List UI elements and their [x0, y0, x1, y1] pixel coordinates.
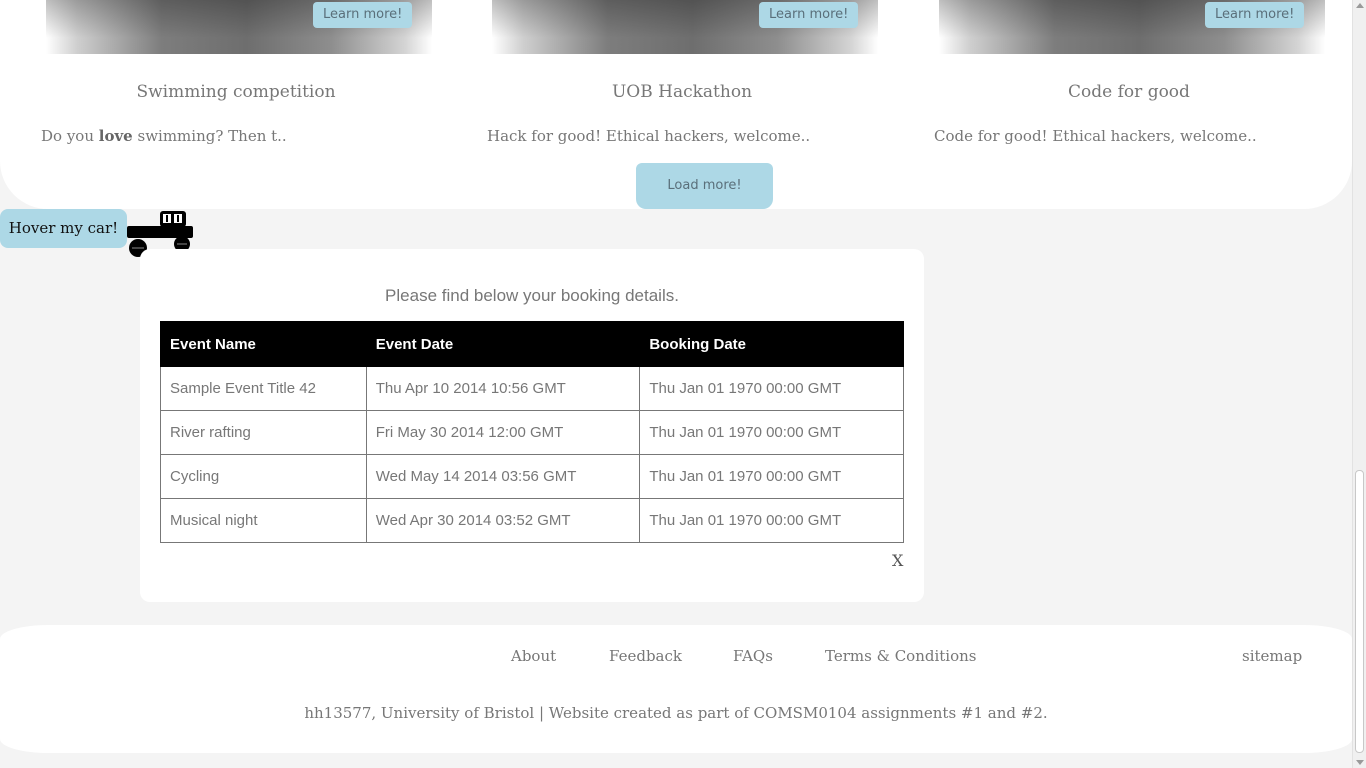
event-title[interactable]: Swimming competition	[41, 82, 431, 102]
load-more-button[interactable]: Load more!	[636, 163, 773, 209]
event-description-emphasis: love	[98, 127, 133, 145]
event-description: Hack for good! Ethical hackers, welcome.…	[487, 127, 811, 145]
booking-date-cell: Thu Jan 01 1970 00:00 GMT	[639, 366, 904, 411]
event-description-prefix: Do you	[41, 127, 99, 145]
event-name-cell: Cycling	[160, 454, 367, 499]
scrollbar-thumb[interactable]	[1355, 470, 1364, 753]
event-name-cell: Sample Event Title 42	[160, 366, 367, 411]
event-description: Code for good! Ethical hackers, welcome.…	[934, 127, 1257, 145]
event-date-cell: Thu Apr 10 2014 10:56 GMT	[365, 366, 641, 411]
hover-car-button[interactable]: Hover my car!	[0, 209, 127, 248]
footer-credit: hh13577, University of Bristol | Website…	[304, 704, 1048, 722]
learn-more-button[interactable]: Learn more!	[1205, 2, 1305, 28]
scroll-up-icon[interactable]	[1356, 3, 1364, 8]
column-header-event-name: Event Name	[160, 321, 367, 367]
footer: About Feedback FAQs Terms & Conditions s…	[0, 625, 1352, 753]
table-row: River rafting Fri May 30 2014 12:00 GMT …	[160, 410, 904, 455]
footer-link-faqs[interactable]: FAQs	[733, 647, 773, 665]
event-name-cell: River rafting	[160, 410, 367, 455]
table-row: Cycling Wed May 14 2014 03:56 GMT Thu Ja…	[160, 454, 904, 499]
events-panel: Learn more! Swimming competition Do you …	[0, 0, 1352, 209]
booking-date-cell: Thu Jan 01 1970 00:00 GMT	[639, 498, 904, 543]
booking-details-dialog: Please find below your booking details. …	[140, 249, 924, 602]
event-date-cell: Wed May 14 2014 03:56 GMT	[365, 454, 641, 499]
learn-more-button[interactable]: Learn more!	[759, 2, 859, 28]
table-row: Musical night Wed Apr 30 2014 03:52 GMT …	[160, 498, 904, 543]
learn-more-button[interactable]: Learn more!	[313, 2, 413, 28]
page: Learn more! Swimming competition Do you …	[0, 0, 1366, 768]
event-name-cell: Musical night	[160, 498, 367, 543]
vertical-scrollbar[interactable]	[1352, 0, 1366, 768]
event-title[interactable]: UOB Hackathon	[487, 82, 877, 102]
event-date-cell: Fri May 30 2014 12:00 GMT	[365, 410, 641, 455]
booking-heading: Please find below your booking details.	[385, 286, 679, 305]
event-description-suffix: swimming? Then t..	[132, 127, 287, 145]
table-header-row: Event Name Event Date Booking Date	[160, 321, 904, 367]
event-date-cell: Wed Apr 30 2014 03:52 GMT	[365, 498, 641, 543]
table-row: Sample Event Title 42 Thu Apr 10 2014 10…	[160, 366, 904, 411]
column-header-event-date: Event Date	[365, 321, 641, 367]
footer-link-terms[interactable]: Terms & Conditions	[825, 647, 976, 665]
footer-link-about[interactable]: About	[511, 647, 556, 665]
scroll-down-icon[interactable]	[1356, 760, 1364, 765]
close-button[interactable]: X	[892, 551, 903, 570]
booking-date-cell: Thu Jan 01 1970 00:00 GMT	[639, 410, 904, 455]
bookings-table: Event Name Event Date Booking Date Sampl…	[160, 321, 904, 543]
event-title[interactable]: Code for good	[934, 82, 1324, 102]
footer-link-feedback[interactable]: Feedback	[609, 647, 682, 665]
booking-date-cell: Thu Jan 01 1970 00:00 GMT	[639, 454, 904, 499]
footer-link-sitemap[interactable]: sitemap	[1242, 647, 1302, 665]
event-description: Do you love swimming? Then t..	[41, 127, 287, 145]
column-header-booking-date: Booking Date	[639, 321, 904, 367]
